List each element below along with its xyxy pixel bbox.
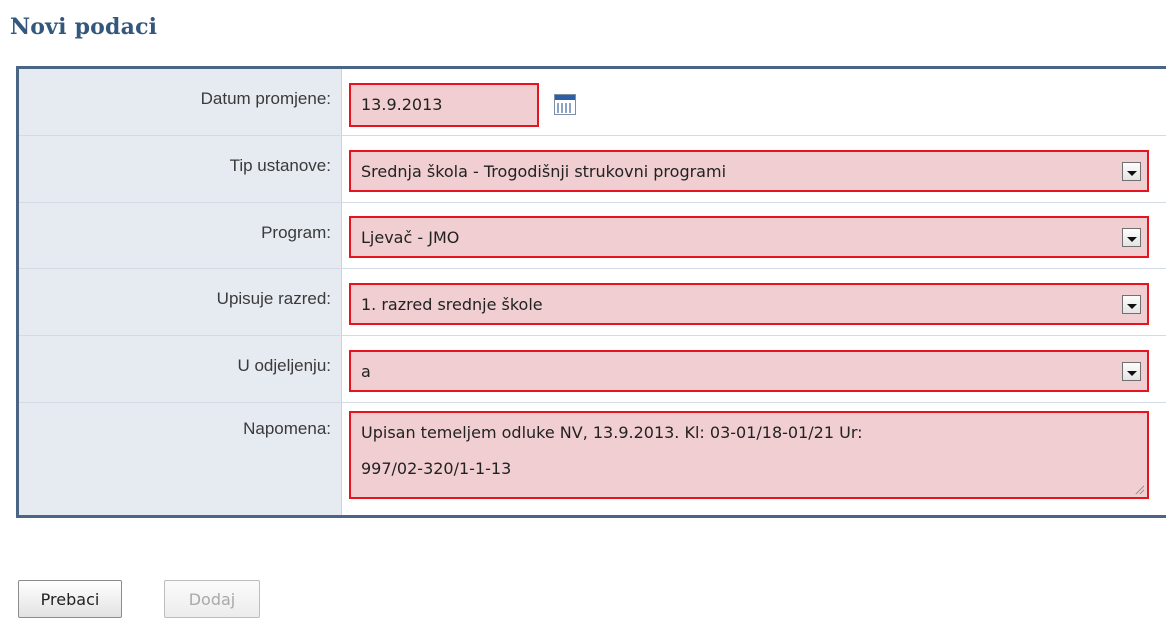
row-class: U odjeljenju: a	[19, 336, 1166, 403]
add-button[interactable]: Dodaj	[164, 580, 260, 618]
note-line-2: 997/02-320/1-1-13	[361, 459, 512, 478]
institution-type-select[interactable]: Srednja škola - Trogodišnji strukovni pr…	[349, 150, 1149, 192]
class-label: U odjeljenju:	[237, 356, 331, 375]
resize-grip-icon[interactable]	[1134, 484, 1144, 494]
chevron-down-icon[interactable]	[1122, 228, 1141, 247]
institution-type-value: Srednja škola - Trogodišnji strukovni pr…	[361, 162, 727, 181]
date-label: Datum promjene:	[200, 89, 331, 108]
chevron-down-icon[interactable]	[1122, 362, 1141, 381]
chevron-down-icon[interactable]	[1122, 162, 1141, 181]
class-select[interactable]: a	[349, 350, 1149, 392]
class-value: a	[361, 362, 371, 381]
institution-type-label: Tip ustanove:	[229, 156, 331, 175]
program-value: Ljevač - JMO	[361, 228, 460, 247]
grade-select[interactable]: 1. razred srednje škole	[349, 283, 1149, 325]
row-date: Datum promjene: 13.9.2013	[19, 69, 1166, 136]
date-input[interactable]: 13.9.2013	[349, 83, 539, 127]
row-program: Program: Ljevač - JMO	[19, 203, 1166, 269]
row-note: Napomena: Upisan temeljem odluke NV, 13.…	[19, 403, 1166, 515]
grade-label: Upisuje razred:	[216, 289, 331, 308]
note-label: Napomena:	[243, 419, 331, 438]
date-value: 13.9.2013	[361, 95, 443, 114]
program-select[interactable]: Ljevač - JMO	[349, 216, 1149, 258]
note-textarea[interactable]: Upisan temeljem odluke NV, 13.9.2013. Kl…	[349, 411, 1149, 499]
chevron-down-icon[interactable]	[1122, 295, 1141, 314]
row-institution-type: Tip ustanove: Srednja škola - Trogodišnj…	[19, 136, 1166, 203]
row-grade: Upisuje razred: 1. razred srednje škole	[19, 269, 1166, 336]
calendar-icon[interactable]	[554, 94, 576, 115]
program-label: Program:	[261, 223, 331, 242]
grade-value: 1. razred srednje škole	[361, 295, 543, 314]
transfer-button[interactable]: Prebaci	[18, 580, 122, 618]
form-panel: Datum promjene: 13.9.2013 Tip ustanove: …	[16, 66, 1166, 518]
note-line-1: Upisan temeljem odluke NV, 13.9.2013. Kl…	[361, 423, 863, 442]
page-title: Novi podaci	[10, 14, 158, 40]
